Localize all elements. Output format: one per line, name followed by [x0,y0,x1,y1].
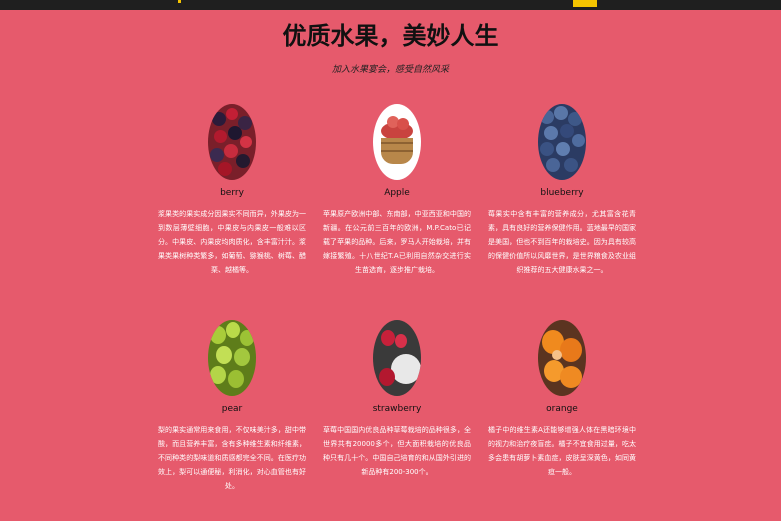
fruit-name-berry: berry [220,188,244,198]
fruit-name-apple: Apple [384,188,410,198]
page-subtitle: 加入水果宴会，感受自然风采 [331,65,449,75]
fruit-card-orange: orange 橘子中的维生素A还能够增强人体在黑暗环境中的视力和治疗夜盲症。橘子… [488,320,636,479]
fruit-name-blueberry: blueberry [540,188,584,198]
fruit-name-orange: orange [546,404,578,414]
pear-image [208,320,256,396]
fruit-card-berry: berry 浆果类的果实成分因果实不同而异，外果皮为一到数层薄壁细胞，中果皮与内… [158,104,306,277]
fruit-name-strawberry: strawberry [372,404,422,414]
top-navbar [0,0,781,10]
fruit-description-orange: 橘子中的维生素A还能够增强人体在黑暗环境中的视力和治疗夜盲症。橘子不宜食用过量，… [488,426,636,476]
fruit-description-strawberry: 草莓中国国内优良品种草莓栽培的品种很多，全世界共有20000多个，但大面积栽培的… [323,426,471,476]
fruit-card-strawberry: strawberry 草莓中国国内优良品种草莓栽培的品种很多，全世界共有2000… [323,320,471,479]
fruit-card-apple: Apple 苹果原产欧洲中部、东南部，中亚西亚和中国的新疆。在公元前三百年的欧洲… [323,104,471,277]
fruit-description-pear: 梨的果实通常用来食用，不仅味美汁多，甜中带酸，而且营养丰富，含有多种维生素和纤维… [158,426,306,490]
strawberry-image [373,320,421,396]
blueberry-image [538,104,586,180]
page-title: 优质水果，美妙人生 [282,22,499,50]
orange-image [538,320,586,396]
berry-image [208,104,256,180]
fruit-description-apple: 苹果原产欧洲中部、东南部，中亚西亚和中国的新疆。在公元前三百年的欧洲，M.P.C… [323,210,471,274]
fruit-description-berry: 浆果类的果实成分因果实不同而异，外果皮为一到数层薄壁细胞，中果皮与内果皮一般难以… [158,210,306,274]
navbar-logo-mark[interactable] [178,0,181,3]
fruit-description-blueberry: 莓果实中含有丰富的营养成分，尤其富含花青素，具有良好的营养保健作用。蓝地最早的国… [488,210,636,274]
fruit-card-blueberry: blueberry 莓果实中含有丰富的营养成分，尤其富含花青素，具有良好的营养保… [488,104,636,277]
navbar-accent-button[interactable] [573,0,597,7]
apple-image [373,104,421,180]
fruit-name-pear: pear [221,404,243,414]
fruit-card-pear: pear 梨的果实通常用来食用，不仅味美汁多，甜中带酸，而且营养丰富，含有多种维… [158,320,306,493]
